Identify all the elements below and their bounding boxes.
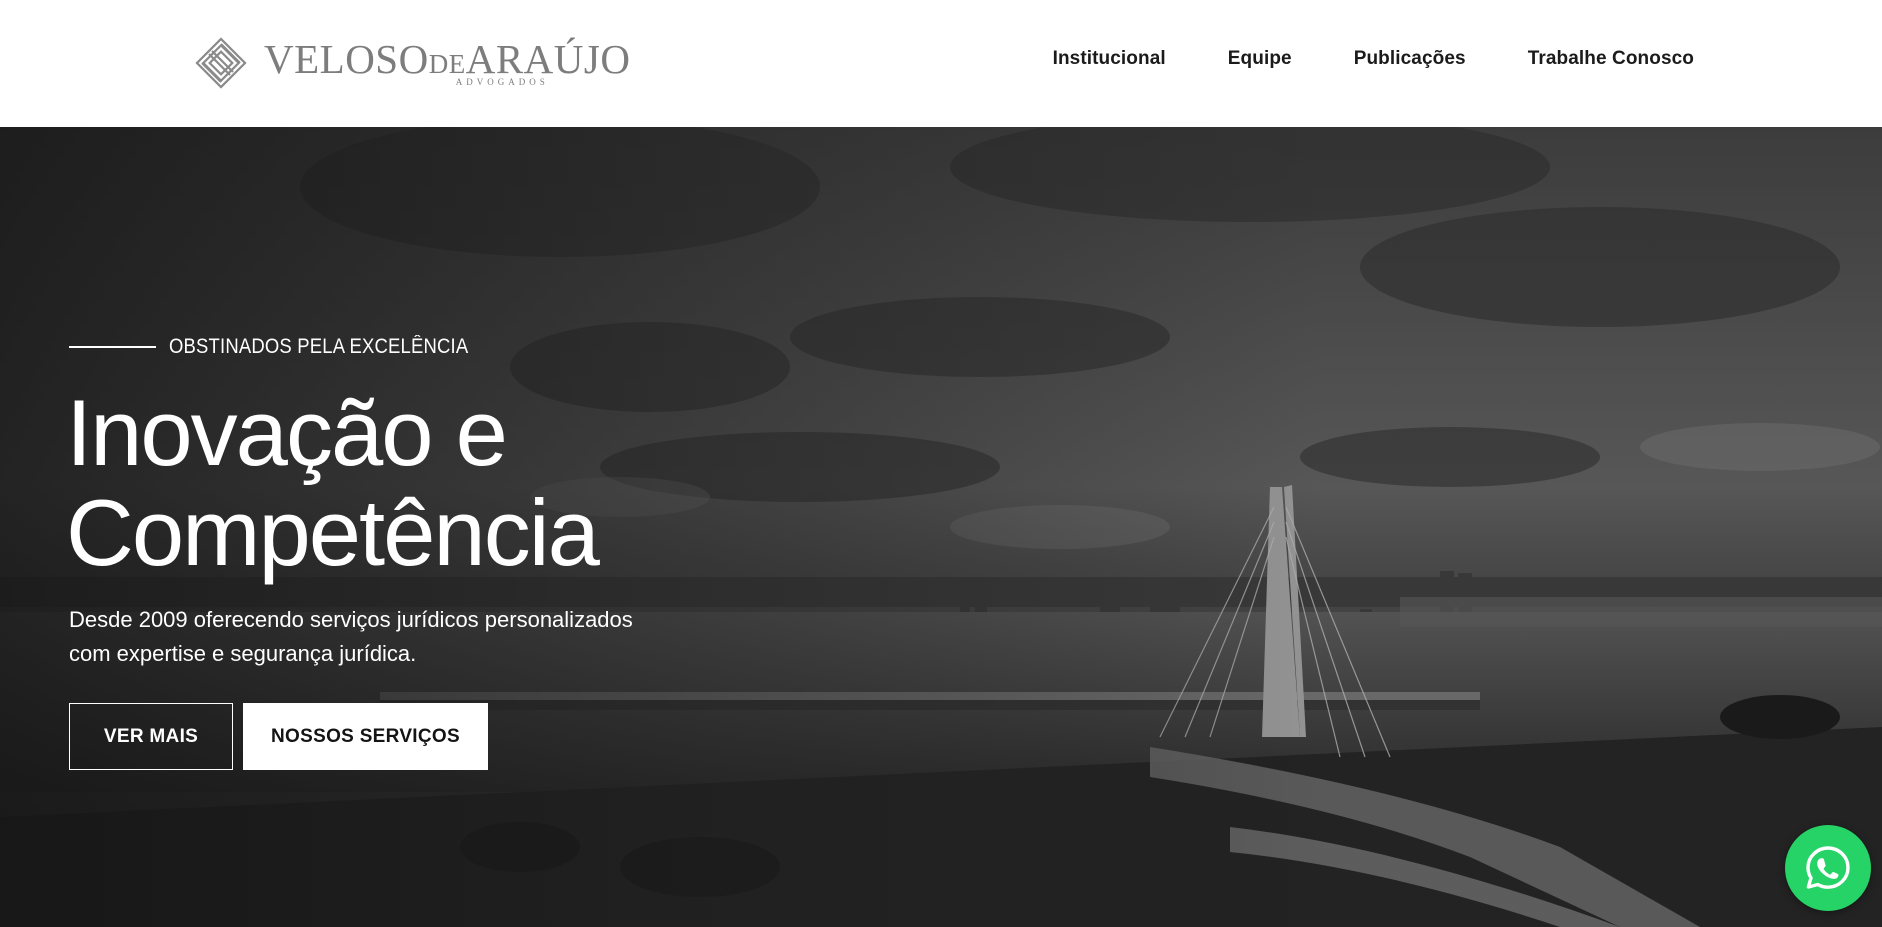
headline-line-2: Competência <box>66 480 600 585</box>
main-nav: Institucional Equipe Publicações Trabalh… <box>1053 48 1694 70</box>
hero-headline: Inovação e Competência <box>66 380 600 585</box>
nav-item-trabalhe-conosco[interactable]: Trabalhe Conosco <box>1528 48 1694 70</box>
brand-logo[interactable]: VELOSODEARAÚJO ADVOGADOS <box>192 32 630 94</box>
diamond-lines-icon <box>195 37 247 89</box>
whatsapp-button[interactable] <box>1785 825 1871 911</box>
whatsapp-icon <box>1806 846 1850 889</box>
hero-eyebrow: OBSTINADOS PELA EXCELÊNCIA <box>69 335 509 359</box>
ver-mais-button[interactable]: VER MAIS <box>69 703 233 770</box>
eyebrow-divider <box>69 346 156 348</box>
hero-section: OBSTINADOS PELA EXCELÊNCIA Inovação e Co… <box>0 127 1882 927</box>
lead-line-1: Desde 2009 oferecendo serviços jurídicos… <box>69 607 633 632</box>
brand-name-de: DE <box>428 49 466 79</box>
eyebrow-text: OBSTINADOS PELA EXCELÊNCIA <box>169 335 469 358</box>
brand-name-veloso: VELOSO <box>264 36 429 82</box>
headline-line-1: Inovação e <box>66 380 508 485</box>
brand-wordmark: VELOSODEARAÚJO ADVOGADOS <box>264 39 630 87</box>
lead-line-2: com expertise e segurança jurídica. <box>69 641 417 666</box>
hero-lead: Desde 2009 oferecendo serviços jurídicos… <box>69 603 689 671</box>
nav-item-publicacoes[interactable]: Publicações <box>1354 48 1466 70</box>
nav-item-equipe[interactable]: Equipe <box>1228 48 1292 70</box>
nav-item-institucional[interactable]: Institucional <box>1053 48 1166 70</box>
site-header: VELOSODEARAÚJO ADVOGADOS Institucional E… <box>0 0 1882 127</box>
brand-name-araujo: ARAÚJO <box>465 36 631 82</box>
nossos-servicos-button[interactable]: NOSSOS SERVIÇOS <box>243 703 488 770</box>
